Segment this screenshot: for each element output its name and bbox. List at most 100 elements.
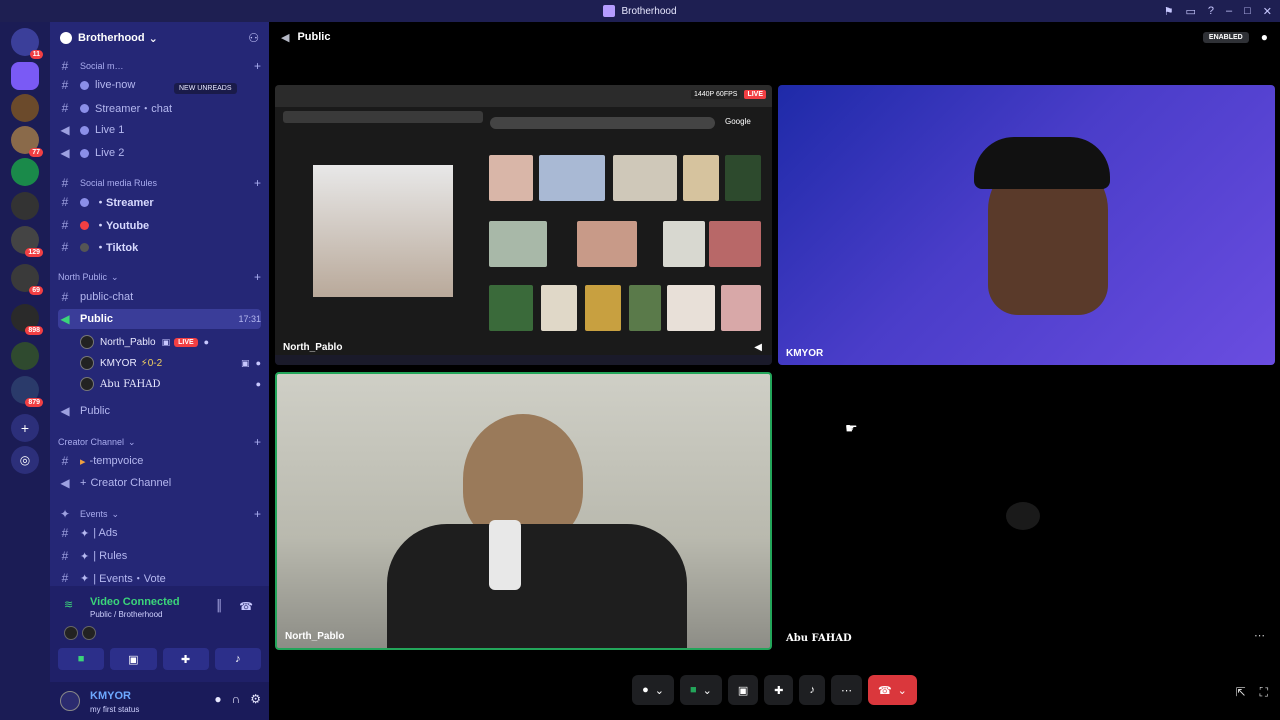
category-social[interactable]: # Social m… + [58, 56, 261, 76]
more-options-icon[interactable]: ⋯ [1254, 629, 1265, 642]
channel-public-chat[interactable]: # public-chat [58, 287, 261, 307]
image-thumbnail [663, 221, 705, 267]
more-button[interactable]: ⋯ [830, 675, 862, 705]
screen-icon[interactable]: ▭ [1185, 5, 1195, 18]
microphone-button[interactable]: ● ⌄ [632, 675, 674, 705]
camera-button[interactable]: ■ ⌄ [679, 675, 722, 705]
user-status[interactable]: my first status [90, 705, 139, 714]
channel-public-2[interactable]: ◀ Public [58, 401, 261, 421]
headphones-icon[interactable]: ∩ [232, 692, 241, 706]
discover-icon[interactable]: ◎ [11, 446, 39, 474]
avatar [64, 626, 78, 640]
category-events[interactable]: ✦ Events ⌄ + [58, 504, 261, 524]
server-icon-brotherhood[interactable] [11, 62, 39, 90]
stream-quality: 1440P 60FPS LIVE [690, 90, 766, 99]
camera-toggle-button[interactable]: ■ [58, 648, 105, 670]
enabled-badge[interactable]: ENABLED [1202, 31, 1249, 43]
server-icon[interactable] [11, 158, 39, 186]
server-folder[interactable]: 69 [11, 264, 43, 295]
tile-label: North_Pablo [285, 631, 345, 642]
category-north-public[interactable]: North Public ⌄ + [58, 267, 261, 287]
chat-icon[interactable]: ● [1261, 30, 1268, 44]
channel-streamer-chat[interactable]: # Streamer・chat [58, 98, 261, 118]
fullscreen-icon[interactable]: ⛶ [1260, 685, 1268, 700]
voice-user-north-pablo[interactable]: North_Pablo ▣ LIVE ● [80, 332, 261, 352]
plus-icon[interactable]: + [254, 176, 261, 190]
signal-icon[interactable]: ≋ [64, 598, 73, 611]
camera-icon: ▣ [161, 336, 171, 347]
channel-streamer[interactable]: # ・Streamer [58, 192, 261, 212]
category-label: North Public [58, 272, 108, 282]
voice-location[interactable]: Public / Brotherhood [90, 610, 163, 619]
close-button[interactable]: ✕ [1263, 5, 1272, 18]
server-icon[interactable]: 77 [11, 126, 43, 157]
channel-live-now[interactable]: # live-now [58, 75, 261, 95]
channel-label: -tempvoice [89, 455, 144, 467]
pop-out-icon[interactable]: ⇱ [1236, 685, 1246, 700]
hang-up-button[interactable]: ☎ ⌄ [867, 675, 917, 705]
server-folder[interactable] [11, 342, 39, 370]
channel-public-active[interactable]: ◀ Public 17:31 [58, 309, 261, 329]
plus-icon[interactable]: + [254, 59, 261, 73]
disconnect-icon[interactable]: ☎ [239, 600, 253, 613]
inbox-icon[interactable]: ⚑ [1164, 5, 1174, 18]
image-thumbnail [489, 155, 533, 201]
microphone-icon[interactable]: ● [214, 692, 221, 706]
server-icon-home[interactable]: 11 [11, 28, 43, 59]
screen-share-button[interactable]: ▣ [727, 675, 759, 705]
emoji-icon [80, 125, 89, 135]
add-server-button[interactable]: + [11, 414, 39, 442]
channel-rules[interactable]: # ✦ | Rules [58, 546, 261, 566]
channel-ads[interactable]: # ✦ | Ads [58, 523, 261, 543]
guild-header[interactable]: Brotherhood ⌄ ⚇ [50, 22, 269, 54]
channel-live-2[interactable]: ◀ Live 2 [58, 143, 261, 163]
screen-share-button[interactable]: ▣ [110, 648, 157, 670]
activities-button[interactable]: ✚ [162, 648, 209, 670]
image-thumbnail [683, 155, 719, 201]
voice-status[interactable]: Video Connected [90, 596, 180, 608]
channel-events-vote[interactable]: # ✦ | Events・Vote [58, 568, 261, 588]
minimize-button[interactable]: – [1226, 5, 1232, 17]
server-folder[interactable]: 879 [11, 376, 43, 407]
soundboard-button[interactable]: ♪ [214, 648, 261, 670]
noise-suppression-icon[interactable]: ║ [215, 600, 223, 612]
video-tile-abu-fahad[interactable]: Abu FAHAD ⋯ [778, 372, 1275, 650]
app-logo-icon [603, 5, 616, 17]
plus-icon[interactable]: + [254, 435, 261, 449]
category-label: Social media Rules [80, 178, 158, 188]
camera-icon: ▣ [241, 357, 250, 368]
volume-icon[interactable]: ◀ [754, 342, 762, 353]
avatar[interactable] [60, 691, 80, 711]
channel-tiktok[interactable]: # ・Tiktok [58, 237, 261, 257]
add-member-icon[interactable]: ⚇ [248, 31, 259, 45]
emoji-icon: ✦ [80, 572, 90, 585]
server-folder[interactable]: 129 [11, 226, 43, 257]
window-title: Brotherhood [621, 5, 677, 17]
gear-icon[interactable]: ⚙ [250, 692, 261, 706]
channel-creator[interactable]: ◀ + Creator Channel [58, 473, 261, 493]
soundboard-button[interactable]: ♪ [799, 675, 825, 705]
activities-button[interactable]: ✚ [764, 675, 794, 705]
server-folder[interactable]: 898 [11, 304, 43, 335]
help-icon[interactable]: ? [1208, 5, 1214, 17]
user-name[interactable]: KMYOR [90, 690, 131, 702]
screen-share-tile[interactable]: Google 1440P 60FPS LIVE North_Pablo ◀ [275, 85, 772, 365]
chat-icon: ● [203, 337, 210, 347]
video-tile-north-pablo[interactable]: North_Pablo [275, 372, 772, 650]
channel-live-1[interactable]: ◀ Live 1 [58, 120, 261, 140]
channel-tempvoice[interactable]: # ▸ -tempvoice [58, 451, 261, 471]
server-folder[interactable] [11, 192, 39, 220]
category-social-rules[interactable]: # Social media Rules + [58, 173, 261, 193]
server-icon[interactable] [11, 94, 39, 122]
channel-sidebar: Brotherhood ⌄ ⚇ # Social m… + NEW UNREAD… [50, 22, 269, 720]
channel-youtube[interactable]: # ・Youtube [58, 215, 261, 235]
image-thumbnail [629, 285, 661, 331]
channel-title: Public [297, 31, 331, 43]
voice-user-kmyor[interactable]: KMYOR ⚡0-2 ▣ ● [80, 353, 261, 373]
plus-icon[interactable]: + [254, 270, 261, 284]
plus-icon[interactable]: + [254, 507, 261, 521]
video-tile-kmyor[interactable]: KMYOR [778, 85, 1275, 365]
voice-user-abu-fahad[interactable]: Abu FAHAD ● [80, 374, 261, 394]
maximize-button[interactable]: □ [1244, 5, 1251, 17]
category-creator[interactable]: Creator Channel ⌄ + [58, 432, 261, 452]
